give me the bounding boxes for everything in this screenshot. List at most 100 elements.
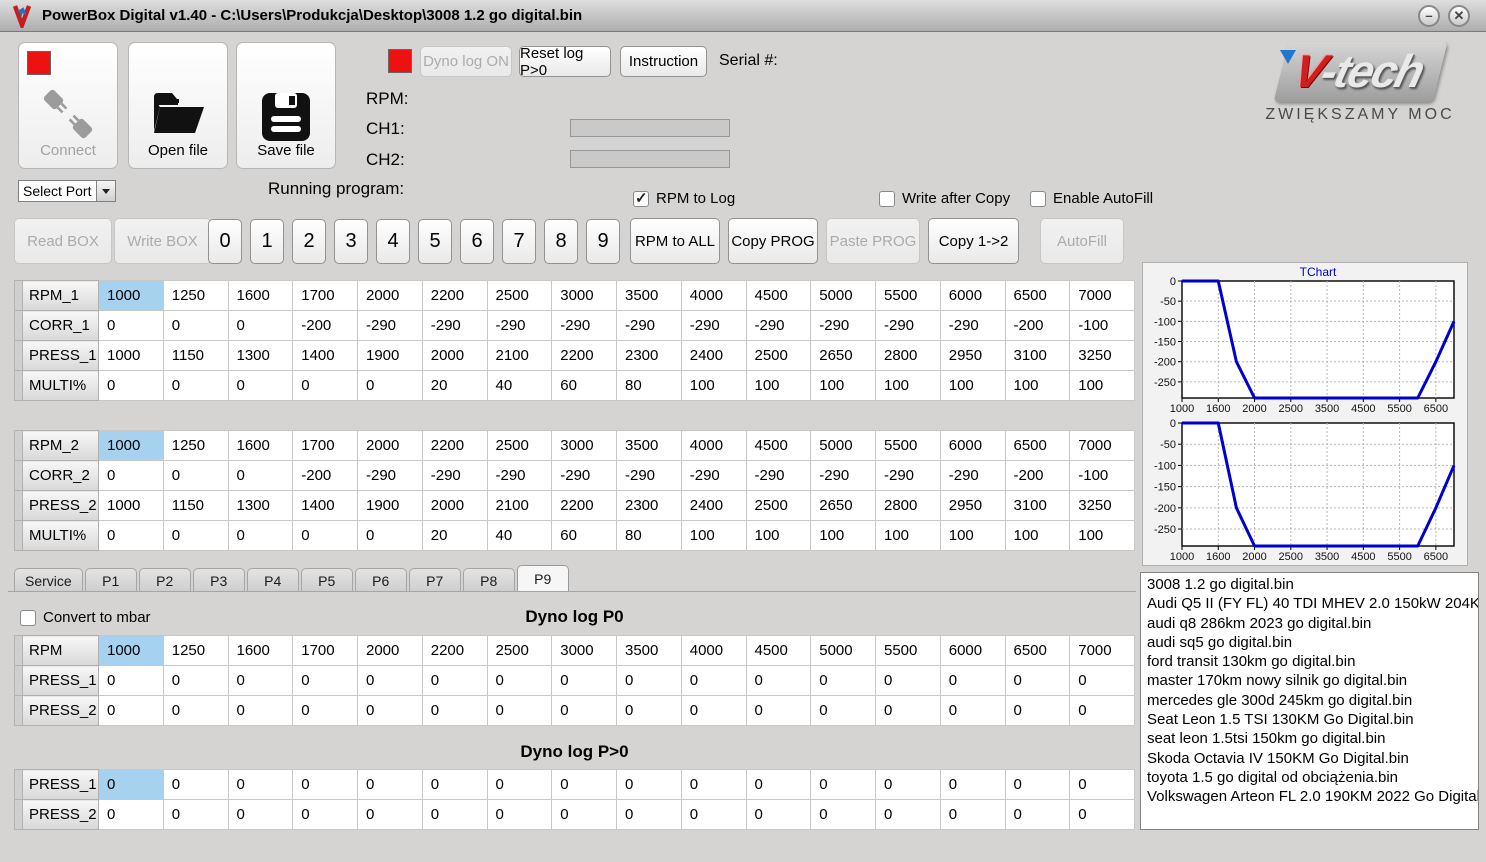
cell[interactable]: 0 [227,695,294,726]
cell[interactable]: 2100 [486,340,553,371]
cell[interactable]: -290 [616,310,682,341]
save-file-button[interactable]: Save file [236,42,336,169]
cell[interactable]: 80 [616,370,682,401]
tab-p5[interactable]: P5 [300,568,353,592]
digit-button-4[interactable]: 4 [376,219,410,264]
file-list-item[interactable]: mercedes gle 300d 245km go digital.bin [1147,691,1478,710]
file-list-item[interactable]: audi sq5 go digital.bin [1147,633,1478,652]
tab-p1[interactable]: P1 [84,568,137,592]
cell[interactable]: 100 [939,520,1006,551]
cell[interactable]: 0 [357,370,423,401]
cell[interactable]: 1000 [98,490,164,521]
cell[interactable]: 0 [292,370,358,401]
cell[interactable]: 100 [810,520,876,551]
cell[interactable]: 5500 [875,430,941,461]
cell[interactable]: 0 [357,695,423,726]
cell[interactable]: -290 [486,460,553,491]
cell[interactable]: 0 [227,310,294,341]
cell[interactable]: 0 [292,665,358,696]
cell[interactable]: 0 [810,769,876,800]
cell[interactable]: -290 [357,310,423,341]
digit-button-9[interactable]: 9 [586,219,620,264]
cell[interactable]: 100 [680,520,747,551]
cell[interactable]: 2800 [875,490,941,521]
digit-button-3[interactable]: 3 [334,219,368,264]
cell[interactable]: 0 [421,769,488,800]
cell[interactable]: 7000 [1069,430,1135,461]
cell[interactable]: 2400 [680,490,747,521]
cell[interactable]: 0 [421,799,488,830]
cell[interactable]: -290 [421,460,488,491]
cell[interactable]: 0 [939,799,1006,830]
cell[interactable]: 100 [680,370,747,401]
row-selector[interactable] [14,460,23,491]
cell[interactable]: 1900 [357,490,423,521]
cell[interactable]: 0 [1069,769,1135,800]
file-list-item[interactable]: 3008 1.2 go digital.bin [1147,575,1478,594]
cell[interactable]: 0 [162,460,229,491]
cell[interactable]: 0 [357,799,423,830]
cell[interactable]: 0 [421,665,488,696]
cell[interactable]: 0 [162,310,229,341]
cell[interactable]: 0 [98,769,164,800]
cell[interactable]: 0 [1004,769,1071,800]
cell[interactable]: -200 [1004,310,1071,341]
row-selector[interactable] [14,280,23,311]
cell[interactable]: 0 [939,695,1006,726]
cell[interactable]: 0 [745,665,812,696]
cell[interactable]: 4500 [745,635,812,666]
cell[interactable]: 3500 [616,430,682,461]
connect-button[interactable]: Connect [18,42,118,169]
cell[interactable]: 6500 [1004,635,1071,666]
cell[interactable]: 2800 [875,340,941,371]
cell[interactable]: 1000 [98,340,164,371]
row-selector[interactable] [14,430,23,461]
instruction-button[interactable]: Instruction [620,46,707,77]
cell[interactable]: 20 [421,520,488,551]
cell[interactable]: 7000 [1069,635,1135,666]
cell[interactable]: 2000 [421,490,488,521]
tab-p8[interactable]: P8 [462,568,515,592]
cell[interactable]: -290 [939,460,1006,491]
cell[interactable]: 1600 [227,430,294,461]
cell[interactable]: 3500 [616,280,682,311]
cell[interactable]: 0 [551,769,617,800]
cell[interactable]: 3250 [1069,490,1135,521]
row-selector[interactable] [14,490,23,521]
cell[interactable]: 0 [810,695,876,726]
cell[interactable]: 1250 [162,635,229,666]
enable-autofill-checkbox[interactable]: Enable AutoFill [1030,190,1153,207]
cell[interactable]: 1000 [98,280,164,311]
autofill-button[interactable]: AutoFill [1040,218,1124,264]
cell[interactable]: -290 [551,460,617,491]
cell[interactable]: 5500 [875,635,941,666]
cell[interactable]: 5000 [810,280,876,311]
cell[interactable]: 2950 [939,490,1006,521]
cell[interactable]: 100 [810,370,876,401]
cell[interactable]: 60 [551,370,617,401]
file-list-item[interactable]: Skoda Octavia IV 150KM Go Digital.bin [1147,749,1478,768]
cell[interactable]: 0 [98,370,164,401]
cell[interactable]: 4500 [745,280,812,311]
digit-button-8[interactable]: 8 [544,219,578,264]
cell[interactable]: 0 [616,695,682,726]
tab-p6[interactable]: P6 [354,568,407,592]
cell[interactable]: -100 [1069,460,1135,491]
copy-prog-button[interactable]: Copy PROG [728,218,818,264]
cell[interactable]: 0 [227,460,294,491]
cell[interactable]: 3000 [551,430,617,461]
cell[interactable]: 3500 [616,635,682,666]
cell[interactable]: 0 [875,695,941,726]
cell[interactable]: 100 [875,520,941,551]
cell[interactable]: 0 [486,665,553,696]
cell[interactable]: 5000 [810,430,876,461]
cell[interactable]: 6500 [1004,430,1071,461]
file-list-item[interactable]: toyota 1.5 go digital od obciążenia.bin [1147,768,1478,787]
cell[interactable]: -100 [1069,310,1135,341]
digit-button-6[interactable]: 6 [460,219,494,264]
cell[interactable]: 2500 [486,635,553,666]
tab-p3[interactable]: P3 [192,568,245,592]
cell[interactable]: 0 [875,769,941,800]
cell[interactable]: 4000 [680,635,747,666]
write-box-button[interactable]: Write BOX [114,218,211,264]
